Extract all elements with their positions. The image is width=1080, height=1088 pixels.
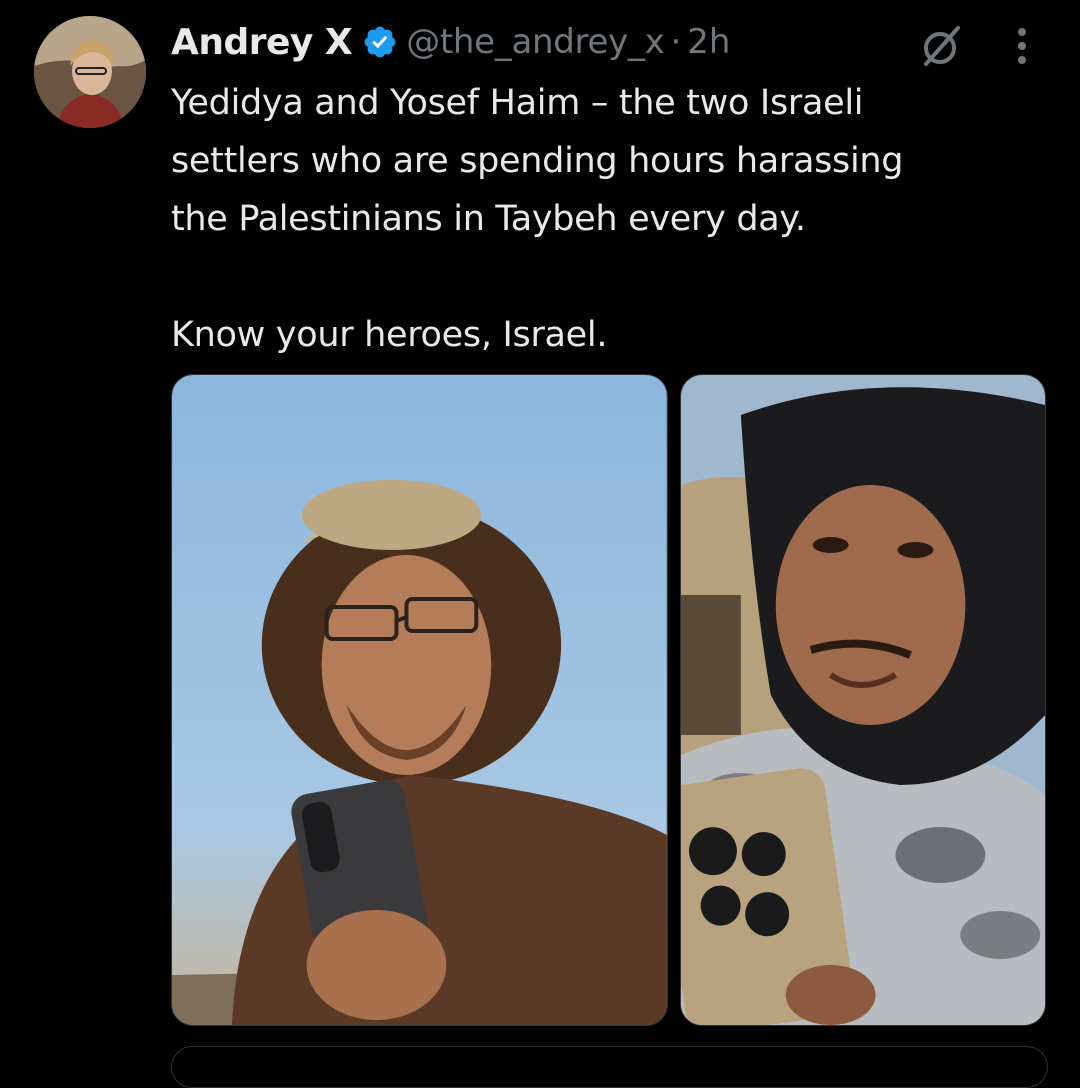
author-display-name[interactable]: Andrey X	[171, 22, 353, 63]
tweet-header: Andrey X @the_andrey_x · 2h	[171, 14, 730, 70]
tweet-media	[171, 374, 1046, 1026]
tweet-text-line: settlers who are spending hours harassin…	[171, 141, 904, 181]
photo-2[interactable]	[679, 374, 1046, 1026]
tweet-text-line: Know your heroes, Israel.	[171, 315, 608, 355]
grok-icon[interactable]	[918, 22, 966, 70]
tweet-text: Yedidya and Yosef Haim – the two Israeli…	[171, 74, 1031, 364]
separator-dot: ·	[670, 22, 682, 62]
more-options-icon[interactable]	[1006, 22, 1038, 70]
quoted-card-edge[interactable]	[171, 1046, 1048, 1088]
author-handle[interactable]: @the_andrey_x	[406, 22, 665, 62]
avatar[interactable]	[34, 16, 146, 128]
verified-badge-icon[interactable]	[362, 24, 398, 60]
tweet-text-line: the Palestinians in Taybeh every day.	[171, 199, 806, 239]
timestamp[interactable]: 2h	[687, 22, 730, 62]
tweet-text-line: Yedidya and Yosef Haim – the two Israeli	[171, 83, 864, 123]
photo-1[interactable]	[171, 374, 668, 1026]
